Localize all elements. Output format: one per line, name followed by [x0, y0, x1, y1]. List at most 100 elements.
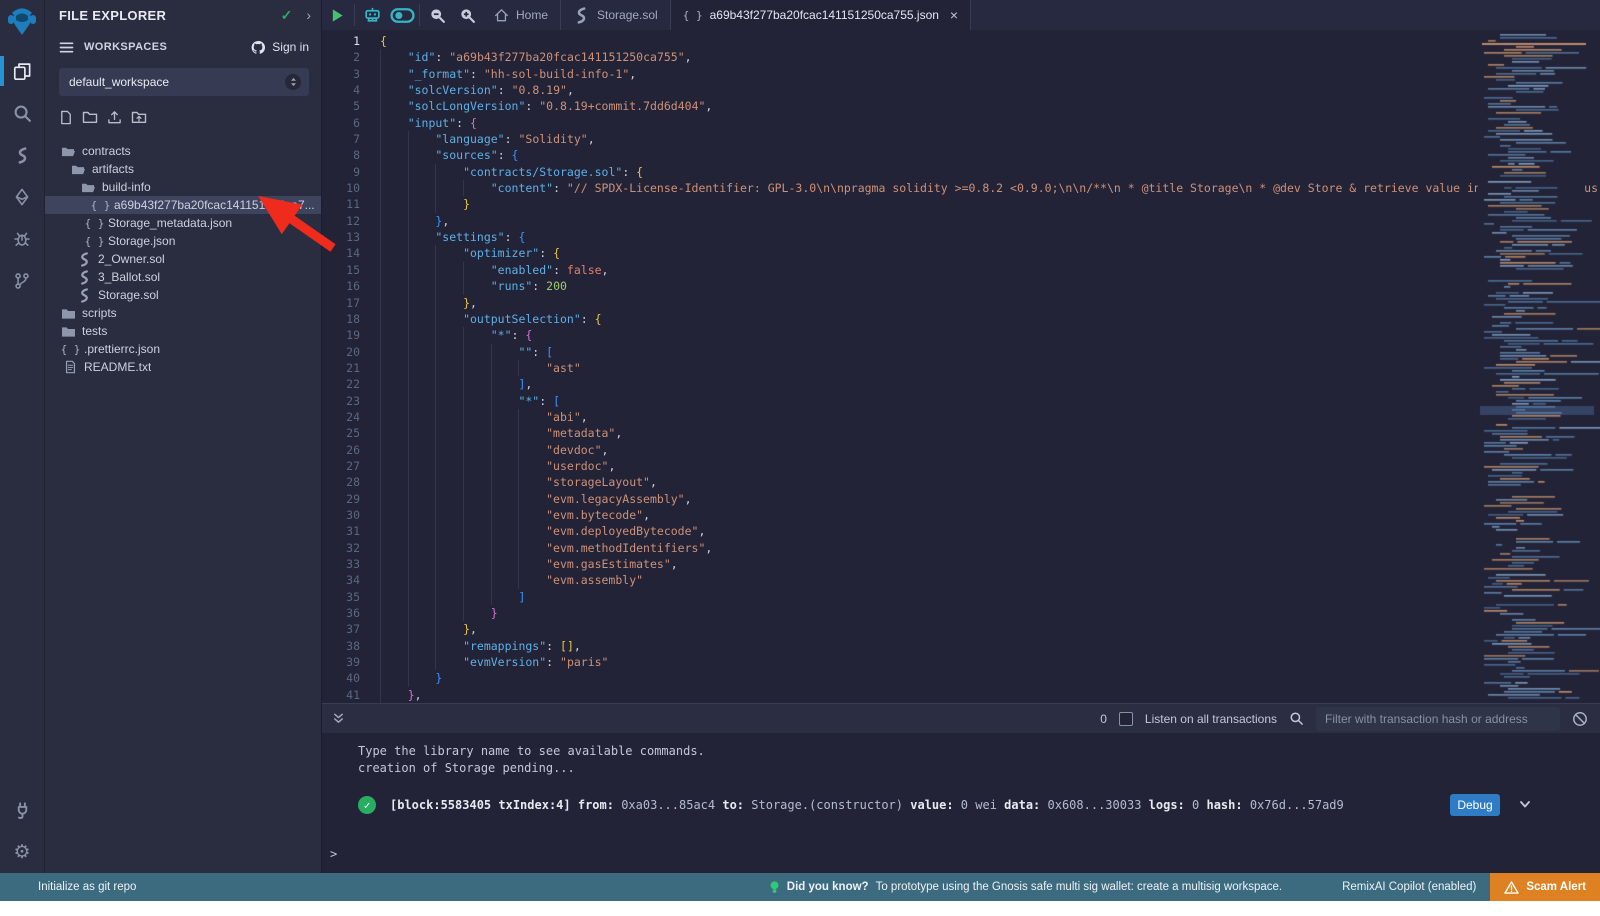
icon-rail: ⚙	[0, 0, 45, 873]
screenshot-bottom-margin	[0, 901, 1600, 916]
hamburger-menu-icon[interactable]	[59, 41, 74, 54]
zoom-out-icon[interactable]	[422, 0, 452, 30]
plugin-manager-icon[interactable]	[0, 789, 45, 831]
new-file-icon[interactable]	[59, 110, 73, 130]
code-line: 29"evm.legacyAssembly",	[322, 491, 1600, 507]
home-icon	[494, 8, 509, 23]
tree-item-label: build-info	[102, 180, 151, 194]
tab-home[interactable]: Home	[482, 0, 561, 30]
tree-item[interactable]: scripts	[45, 304, 321, 322]
expand-terminal-icon[interactable]	[332, 712, 345, 725]
tree-item-label: contracts	[82, 144, 131, 158]
close-tab-icon[interactable]: ×	[950, 7, 958, 23]
tab-a69b43f277ba20fcac141151250ca755-json[interactable]: { }a69b43f277ba20fcac141151250ca755.json…	[671, 0, 971, 30]
status-bar: Initialize as git repo Did you know? To …	[0, 873, 1600, 901]
tree-item[interactable]: README.txt	[45, 358, 321, 376]
editor-main: Home Storage.sol { }a69b43f277ba20fcac1411…	[322, 0, 1600, 873]
code-lines: 1{2"id": "a69b43f277ba20fcac141151250ca7…	[322, 30, 1600, 703]
listen-all-checkbox[interactable]	[1119, 712, 1133, 726]
tree-item[interactable]: artifacts	[45, 160, 321, 178]
tree-item[interactable]: { }Storage.json	[45, 232, 321, 250]
code-line: 41},	[322, 687, 1600, 703]
terminal-header: 0 Listen on all transactions	[322, 703, 1600, 733]
tree-item[interactable]: { } Storage_metadata.json	[45, 214, 321, 232]
tree-item-label: Storage.sol	[98, 288, 159, 302]
workspace-name: default_workspace	[69, 75, 285, 89]
code-line: 32"evm.methodIdentifiers",	[322, 540, 1600, 556]
debug-button[interactable]: Debug	[1450, 794, 1500, 816]
search-icon[interactable]	[0, 92, 45, 134]
folder-open-icon	[61, 145, 76, 158]
upload-folder-icon[interactable]	[131, 110, 147, 130]
zoom-in-icon[interactable]	[452, 0, 482, 30]
tx-summary: [block:5583405 txIndex:4] from: 0xa03...…	[390, 798, 1344, 812]
terminal-prompt: >	[330, 847, 337, 861]
tx-expand-chevron-icon[interactable]	[1518, 797, 1532, 814]
tab-storage-sol[interactable]: Storage.sol	[561, 0, 671, 30]
file-explorer-panel: FILE EXPLORER ✓ › WORKSPACES Sign in def…	[45, 0, 322, 873]
tree-item[interactable]: contracts	[45, 142, 321, 160]
code-line: 20"": [	[322, 344, 1600, 360]
tree-item[interactable]: Storage.sol	[45, 286, 321, 304]
terminal-search-icon[interactable]	[1289, 711, 1304, 726]
code-line: 13"settings": {	[322, 229, 1600, 245]
copilot-status[interactable]: RemixAI Copilot (enabled)	[1342, 881, 1476, 893]
code-line: 8"sources": {	[322, 147, 1600, 163]
scam-alert-badge[interactable]: Scam Alert	[1490, 873, 1600, 901]
remix-logo-icon[interactable]	[5, 4, 39, 40]
solidity-compiler-icon[interactable]	[0, 134, 45, 176]
tab-bar: Home Storage.sol { }a69b43f277ba20fcac1411…	[322, 0, 1600, 30]
code-line: 18"outputSelection": {	[322, 311, 1600, 327]
folder-open-icon	[71, 163, 86, 176]
json-icon: { }	[93, 199, 108, 212]
code-line: 9"contracts/Storage.sol": {	[322, 164, 1600, 180]
code-line: 17},	[322, 295, 1600, 311]
lightbulb-icon	[769, 880, 780, 894]
git-init-status[interactable]: Initialize as git repo	[38, 881, 136, 893]
deploy-run-icon[interactable]	[0, 176, 45, 218]
solidity-icon	[77, 287, 92, 304]
run-script-button[interactable]	[322, 0, 352, 30]
tree-item[interactable]: build-info	[45, 178, 321, 196]
tree-item-label: Storage_metadata.json	[108, 216, 232, 230]
json-icon: { }	[63, 343, 78, 356]
new-folder-icon[interactable]	[82, 110, 98, 130]
transaction-filter-input[interactable]	[1316, 707, 1560, 731]
tree-item-label: scripts	[82, 306, 117, 320]
upload-file-icon[interactable]	[107, 110, 122, 130]
tree-item-selected[interactable]: { }a69b43f277ba20fcac141151250ca7...	[45, 196, 321, 214]
tree-item[interactable]: { }.prettierrc.json	[45, 340, 321, 358]
tree-item[interactable]: tests	[45, 322, 321, 340]
json-icon: { }	[87, 217, 102, 230]
debugger-icon[interactable]	[0, 218, 45, 260]
code-editor[interactable]: 1{2"id": "a69b43f277ba20fcac141151250ca7…	[322, 30, 1600, 703]
file-explorer-icon[interactable]	[0, 50, 45, 92]
tree-item[interactable]: 2_Owner.sol	[45, 250, 321, 268]
git-icon[interactable]	[0, 260, 45, 302]
github-sign-in-button[interactable]: Sign in	[250, 40, 309, 55]
sign-in-label: Sign in	[272, 40, 309, 54]
json-icon: { }	[87, 235, 102, 248]
tree-item[interactable]: 3_Ballot.sol	[45, 268, 321, 286]
solidity-icon	[77, 269, 92, 286]
transaction-count-badge: 0	[1100, 712, 1107, 726]
overflow-text-fragment: us	[1584, 181, 1598, 195]
tip-text: To prototype using the Gnosis safe multi…	[876, 881, 1283, 893]
settings-gear-icon[interactable]: ⚙	[0, 831, 45, 873]
chevron-right-icon[interactable]: ›	[306, 7, 311, 23]
code-line: 26"devdoc",	[322, 442, 1600, 458]
minimap[interactable]	[1478, 30, 1600, 703]
code-line: 27"userdoc",	[322, 458, 1600, 474]
tab-label: Storage.sol	[597, 8, 658, 22]
ai-copilot-robot-icon[interactable]	[357, 0, 387, 30]
code-line: 33"evm.gasEstimates",	[322, 556, 1600, 572]
clear-console-icon[interactable]	[1572, 711, 1588, 727]
panel-header: FILE EXPLORER ✓ ›	[45, 0, 321, 30]
terminal-log-line: creation of Storage pending...	[358, 760, 1600, 777]
workspace-select[interactable]: default_workspace	[59, 68, 309, 96]
ai-toggle-icon[interactable]	[387, 0, 417, 30]
code-line: 25"metadata",	[322, 425, 1600, 441]
transaction-log-row: ✓ [block:5583405 txIndex:4] from: 0xa03.…	[358, 794, 1600, 816]
panel-title: FILE EXPLORER	[59, 8, 281, 23]
tree-item-label: artifacts	[92, 162, 134, 176]
